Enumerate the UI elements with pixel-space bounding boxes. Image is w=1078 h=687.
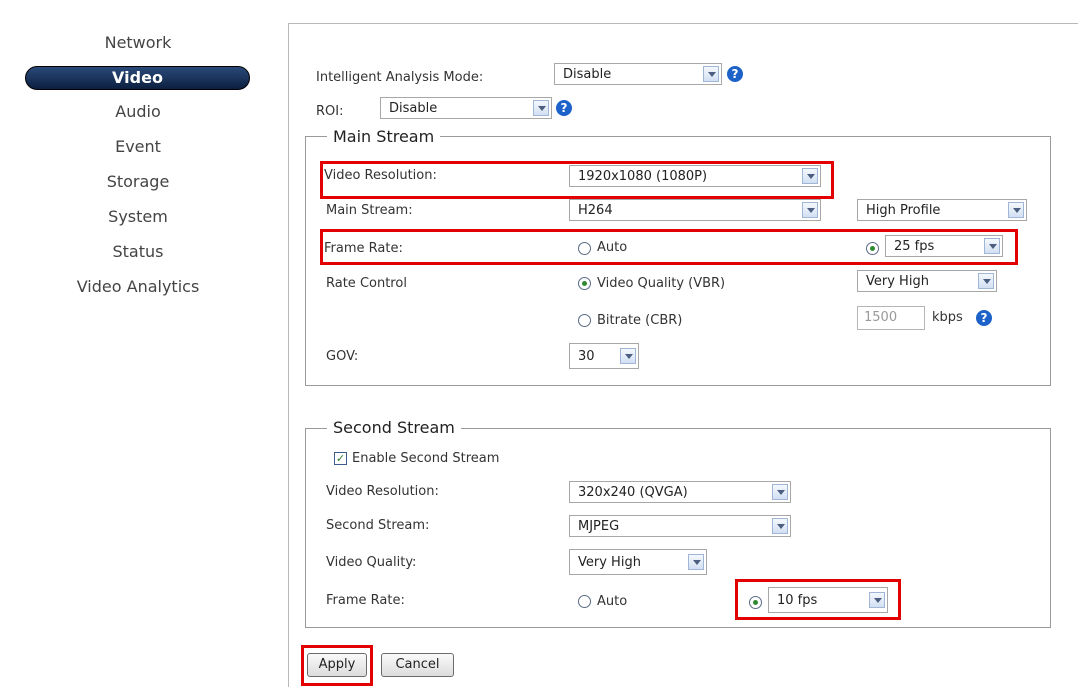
highlight-box (301, 645, 373, 686)
vbr-radio[interactable] (578, 277, 591, 290)
sidebar-item-system[interactable]: System (28, 207, 248, 226)
main-stream-legend: Main Stream (327, 127, 441, 146)
sidebar-item-event[interactable]: Event (28, 137, 248, 156)
chevron-down-icon (703, 66, 719, 82)
second-frame-rate-label: Frame Rate: (326, 593, 405, 608)
cbr-label: Bitrate (CBR) (597, 313, 683, 328)
vbr-quality-value: Very High (866, 274, 929, 289)
second-quality-value: Very High (578, 555, 641, 570)
chevron-down-icon (620, 348, 636, 364)
help-icon[interactable]: ? (727, 66, 743, 82)
second-codec-value: MJPEG (578, 519, 620, 534)
bitrate-input[interactable]: 1500 (857, 306, 925, 330)
help-icon[interactable]: ? (976, 310, 992, 326)
sidebar-item-storage[interactable]: Storage (28, 172, 248, 191)
sidebar-item-video[interactable]: Video (25, 66, 250, 90)
sidebar-item-network[interactable]: Network (28, 33, 248, 52)
roi-value: Disable (389, 101, 438, 116)
sidebar-item-status[interactable]: Status (28, 242, 248, 261)
cancel-button[interactable]: Cancel (381, 653, 454, 677)
gov-value: 30 (578, 349, 595, 364)
help-icon[interactable]: ? (556, 100, 572, 116)
chevron-down-icon (772, 518, 788, 534)
second-quality-label: Video Quality: (326, 555, 417, 570)
second-resolution-label: Video Resolution: (326, 484, 439, 499)
vbr-label: Video Quality (VBR) (597, 276, 726, 291)
second-frame-rate-auto-radio[interactable] (578, 595, 591, 608)
sidebar-item-video-analytics[interactable]: Video Analytics (28, 277, 248, 296)
highlight-box (320, 161, 834, 199)
ia-mode-label: Intelligent Analysis Mode: (316, 70, 484, 85)
gov-select[interactable]: 30 (569, 343, 639, 369)
second-resolution-value: 320x240 (QVGA) (578, 485, 688, 500)
chevron-down-icon (978, 273, 994, 289)
enable-second-stream-label: Enable Second Stream (352, 451, 500, 466)
highlight-box (735, 579, 901, 620)
chevron-down-icon (688, 554, 704, 570)
main-stream-label: Main Stream: (326, 203, 413, 218)
sidebar-item-audio[interactable]: Audio (28, 102, 248, 121)
second-codec-select[interactable]: MJPEG (569, 515, 791, 537)
chevron-down-icon (772, 484, 788, 500)
highlight-box (320, 229, 1018, 265)
second-stream-label: Second Stream: (326, 518, 430, 533)
main-profile-select[interactable]: High Profile (857, 199, 1027, 221)
chevron-down-icon (802, 202, 818, 218)
chevron-down-icon (1008, 202, 1024, 218)
enable-second-stream-checkbox[interactable]: ✓ (334, 452, 347, 465)
roi-select[interactable]: Disable (380, 97, 552, 119)
rate-control-label: Rate Control (326, 276, 407, 291)
second-frame-rate-auto-label: Auto (597, 594, 628, 609)
second-resolution-select[interactable]: 320x240 (QVGA) (569, 481, 791, 503)
chevron-down-icon (533, 100, 549, 116)
vbr-quality-select[interactable]: Very High (857, 270, 997, 292)
ia-mode-select[interactable]: Disable (554, 63, 722, 85)
second-stream-legend: Second Stream (327, 418, 461, 437)
cbr-radio[interactable] (578, 314, 591, 327)
main-codec-select[interactable]: H264 (569, 199, 821, 221)
roi-label: ROI: (316, 104, 344, 119)
main-profile-value: High Profile (866, 203, 941, 218)
main-codec-value: H264 (578, 203, 613, 218)
bitrate-unit: kbps (932, 310, 963, 325)
second-quality-select[interactable]: Very High (569, 549, 707, 575)
gov-label: GOV: (326, 349, 359, 364)
ia-mode-value: Disable (563, 67, 612, 82)
